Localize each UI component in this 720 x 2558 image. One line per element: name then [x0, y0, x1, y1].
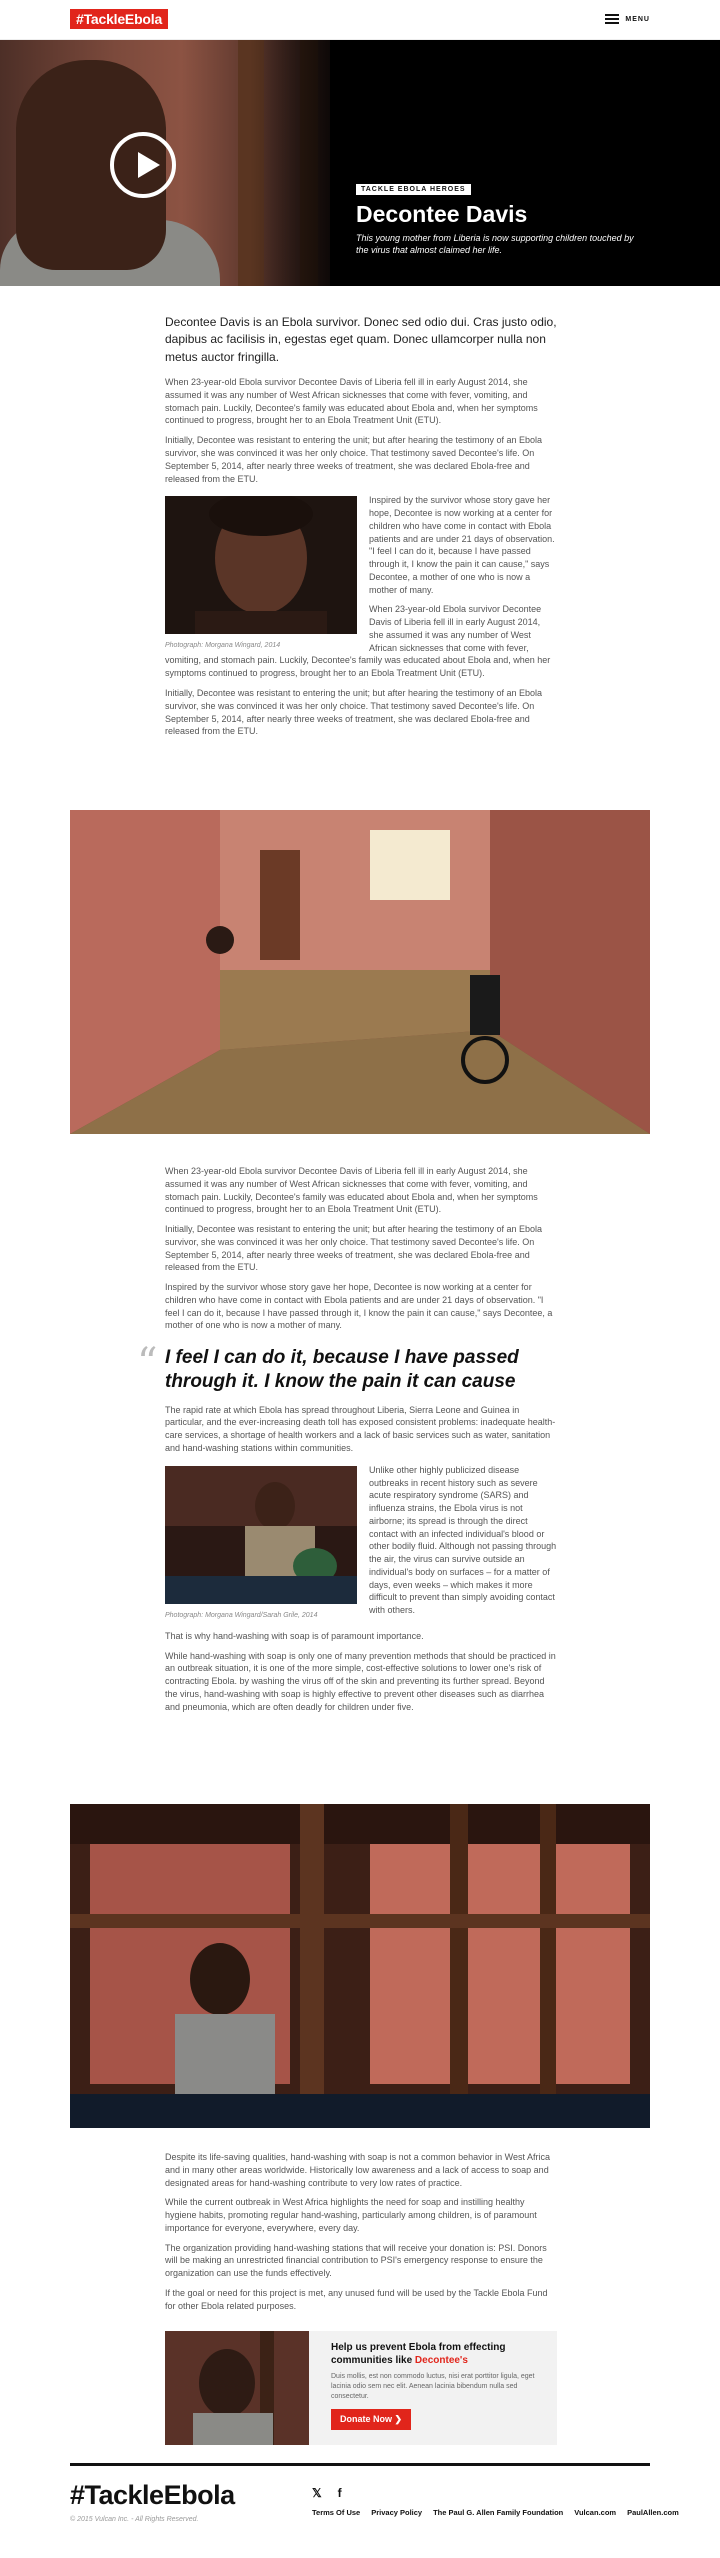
menu-button[interactable]: MENU — [605, 14, 650, 24]
hero-video: TACKLE EBOLA HEROES Decontee Davis This … — [0, 40, 720, 286]
menu-label: MENU — [625, 15, 650, 23]
footer-links: Terms Of Use Privacy Policy The Paul G. … — [312, 2508, 679, 2517]
paragraph: Initially, Decontee was resistant to ent… — [165, 1224, 543, 1273]
paragraph: The rapid rate at which Ebola has spread… — [165, 1404, 556, 1453]
portrait-photo — [165, 492, 357, 635]
site-header: #TackleEbola MENU — [0, 0, 720, 40]
donate-photo — [165, 2331, 309, 2445]
footer-link-terms[interactable]: Terms Of Use — [312, 2508, 360, 2517]
inline-figure: Photograph: Morgana Wingard, 2014 — [165, 492, 357, 650]
donate-box: Help us prevent Ebola from effecting com… — [165, 2331, 557, 2445]
donate-title: Help us prevent Ebola from effecting com… — [331, 2341, 541, 2367]
paragraph: That is why hand-washing with soap is of… — [165, 1630, 424, 1641]
social-links: 𝕏 f — [312, 2486, 342, 2500]
hamburger-icon — [605, 14, 620, 24]
paragraph: Despite its life-saving qualities, hand-… — [165, 2152, 551, 2188]
footer-link-foundation[interactable]: The Paul G. Allen Family Foundation — [433, 2508, 563, 2517]
caregiver-photo — [165, 1465, 357, 1604]
bunk-photo — [70, 1804, 650, 2128]
paragraph: Initially, Decontee was resistant to ent… — [165, 435, 543, 484]
footer-logo[interactable]: #TackleEbola — [70, 2480, 235, 2511]
paragraph: When 23-year-old Ebola survivor Decontee… — [165, 1166, 538, 1215]
paragraph: If the goal or need for this project is … — [165, 2287, 548, 2311]
paragraph: Inspired by the survivor whose story gav… — [165, 1282, 553, 1331]
play-icon[interactable] — [110, 132, 176, 198]
paragraph: The organization providing hand-washing … — [165, 2242, 547, 2279]
paragraph: While hand-washing with soap is only one… — [165, 1650, 556, 1712]
article-section-1: Decontee Davis is an Ebola survivor. Don… — [165, 314, 557, 738]
quote-icon: “ — [137, 1340, 158, 1387]
footer-link-privacy[interactable]: Privacy Policy — [371, 2508, 422, 2517]
hero-caption: TACKLE EBOLA HEROES Decontee Davis This … — [356, 178, 646, 257]
pull-quote-text: I feel I can do it, because I have passe… — [165, 1347, 519, 1392]
article-section-3: Despite its life-saving qualities, hand-… — [165, 2151, 557, 2312]
pull-quote: “ I feel I can do it, because I have pas… — [137, 1340, 557, 1394]
donate-content: Help us prevent Ebola from effecting com… — [331, 2341, 541, 2431]
copyright: © 2015 Vulcan Inc. - All Rights Reserved… — [70, 2516, 199, 2523]
site-logo[interactable]: #TackleEbola — [70, 9, 169, 29]
room-photo — [70, 810, 650, 1134]
footer-divider — [70, 2463, 650, 2466]
hero-subtitle: This young mother from Liberia is now su… — [356, 233, 634, 256]
donate-now-button[interactable]: Donate Now ❯ — [331, 2409, 412, 2431]
paragraph: While the current outbreak in West Afric… — [165, 2197, 537, 2233]
paragraph: Initially, Decontee was resistant to ent… — [165, 688, 543, 737]
facebook-icon[interactable]: f — [338, 2486, 342, 2500]
footer-link-paulallen[interactable]: PaulAllen.com — [627, 2508, 679, 2517]
article-lead: Decontee Davis is an Ebola survivor. Don… — [165, 315, 557, 364]
photo-caption: Photograph: Morgana Wingard/Sarah Grile,… — [165, 1611, 318, 1619]
paragraph: When 23-year-old Ebola survivor Decontee… — [165, 377, 538, 426]
twitter-icon[interactable]: 𝕏 — [312, 2486, 322, 2500]
donate-title-name: Decontee's — [414, 2355, 468, 2366]
hero-title: Decontee Davis — [356, 201, 528, 227]
hero-kicker: TACKLE EBOLA HEROES — [356, 184, 471, 195]
inline-figure: Photograph: Morgana Wingard/Sarah Grile,… — [165, 1465, 357, 1619]
photo-caption: Photograph: Morgana Wingard, 2014 — [165, 642, 281, 650]
footer-link-vulcan[interactable]: Vulcan.com — [574, 2508, 616, 2517]
donate-body: Duis mollis, est non commodo luctus, nis… — [331, 2373, 535, 2400]
article-section-2: When 23-year-old Ebola survivor Decontee… — [137, 1165, 557, 1713]
